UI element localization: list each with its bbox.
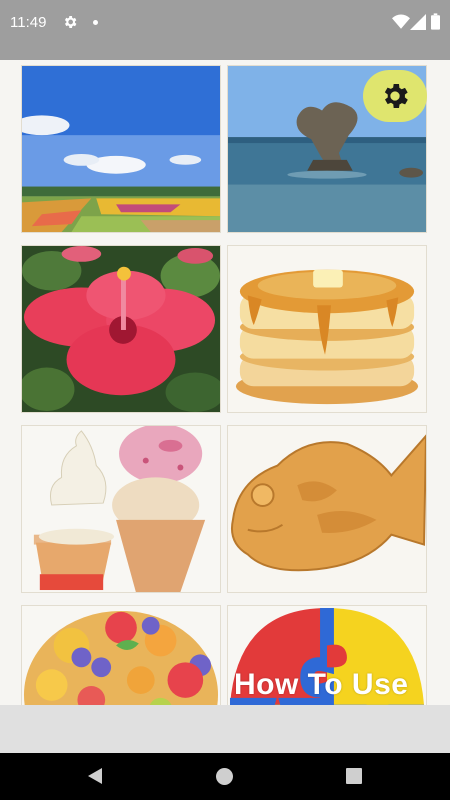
wifi-icon	[392, 14, 410, 29]
tile-ice-cream[interactable]	[21, 425, 221, 593]
tile-taiyaki[interactable]	[227, 425, 427, 593]
ice-cream-illustration	[22, 426, 220, 592]
gear-icon	[384, 84, 408, 108]
flower-field-photo	[22, 66, 220, 232]
taiyaki-illustration	[228, 426, 426, 592]
home-icon[interactable]	[216, 768, 233, 785]
system-nav-bar	[0, 753, 450, 800]
tile-flower-field[interactable]	[21, 65, 221, 233]
status-bar: 11:49	[0, 0, 450, 60]
tile-pancakes[interactable]	[227, 245, 427, 413]
gear-icon	[64, 16, 77, 28]
settings-button[interactable]	[363, 70, 427, 122]
cell-signal-icon	[410, 14, 426, 30]
fruit-tart-illustration	[22, 606, 220, 705]
back-icon[interactable]	[86, 767, 104, 785]
tile-fruit-tart[interactable]	[21, 605, 221, 705]
pancakes-illustration	[228, 246, 426, 412]
status-time: 11:49	[10, 14, 47, 31]
gallery-grid[interactable]	[0, 60, 450, 705]
tile-hibiscus[interactable]	[21, 245, 221, 413]
notification-dot-icon	[93, 20, 98, 25]
battery-icon	[431, 13, 440, 30]
recents-icon[interactable]	[346, 768, 362, 784]
hibiscus-photo	[22, 246, 220, 412]
how-to-use-label: How To Use	[234, 668, 409, 701]
bottom-ad-area	[0, 705, 450, 753]
